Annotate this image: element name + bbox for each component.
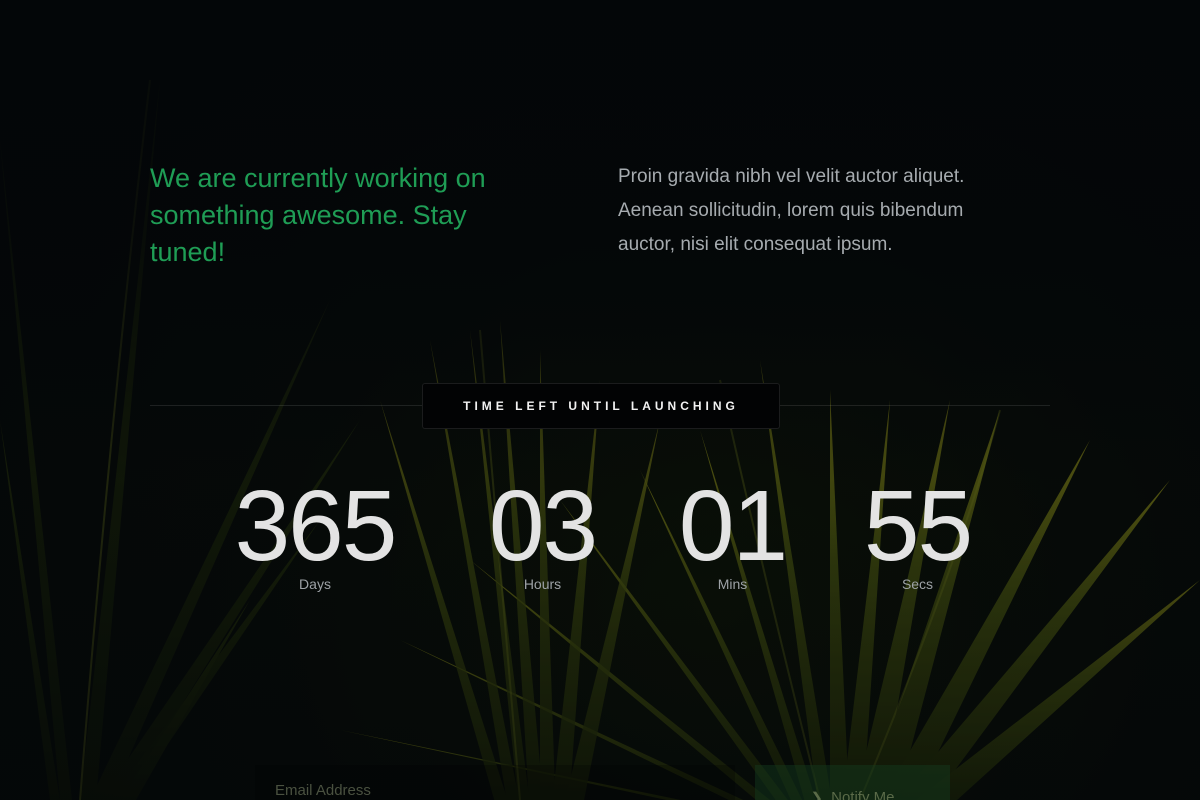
page-headline: We are currently working on something aw…: [150, 163, 486, 267]
days-value: 365: [234, 470, 398, 582]
secs-value: 55: [863, 470, 973, 582]
subscribe-form: ❯ Notify Me: [255, 765, 955, 800]
countdown-hours: 03 Hours: [480, 470, 605, 592]
countdown-mins: 01 Mins: [670, 470, 795, 592]
mins-value: 01: [678, 470, 788, 582]
launch-countdown-badge: TIME LEFT UNTIL LAUNCHING: [422, 383, 780, 429]
arrow-right-icon: ❯: [810, 790, 824, 800]
coming-soon-page: We are currently working on something aw…: [0, 0, 1200, 800]
hours-value: 03: [488, 470, 598, 582]
countdown-secs: 55 Secs: [855, 470, 980, 592]
email-input[interactable]: [255, 765, 735, 800]
intro-text: Proin gravida nibh vel velit auctor aliq…: [618, 166, 965, 255]
notify-me-button[interactable]: ❯ Notify Me: [755, 765, 950, 800]
countdown-days: 365 Days: [225, 470, 405, 592]
countdown-timer: 365 Days 03 Hours 01 Mins 55 Secs: [0, 470, 1200, 610]
notify-me-label: Notify Me: [831, 789, 895, 800]
